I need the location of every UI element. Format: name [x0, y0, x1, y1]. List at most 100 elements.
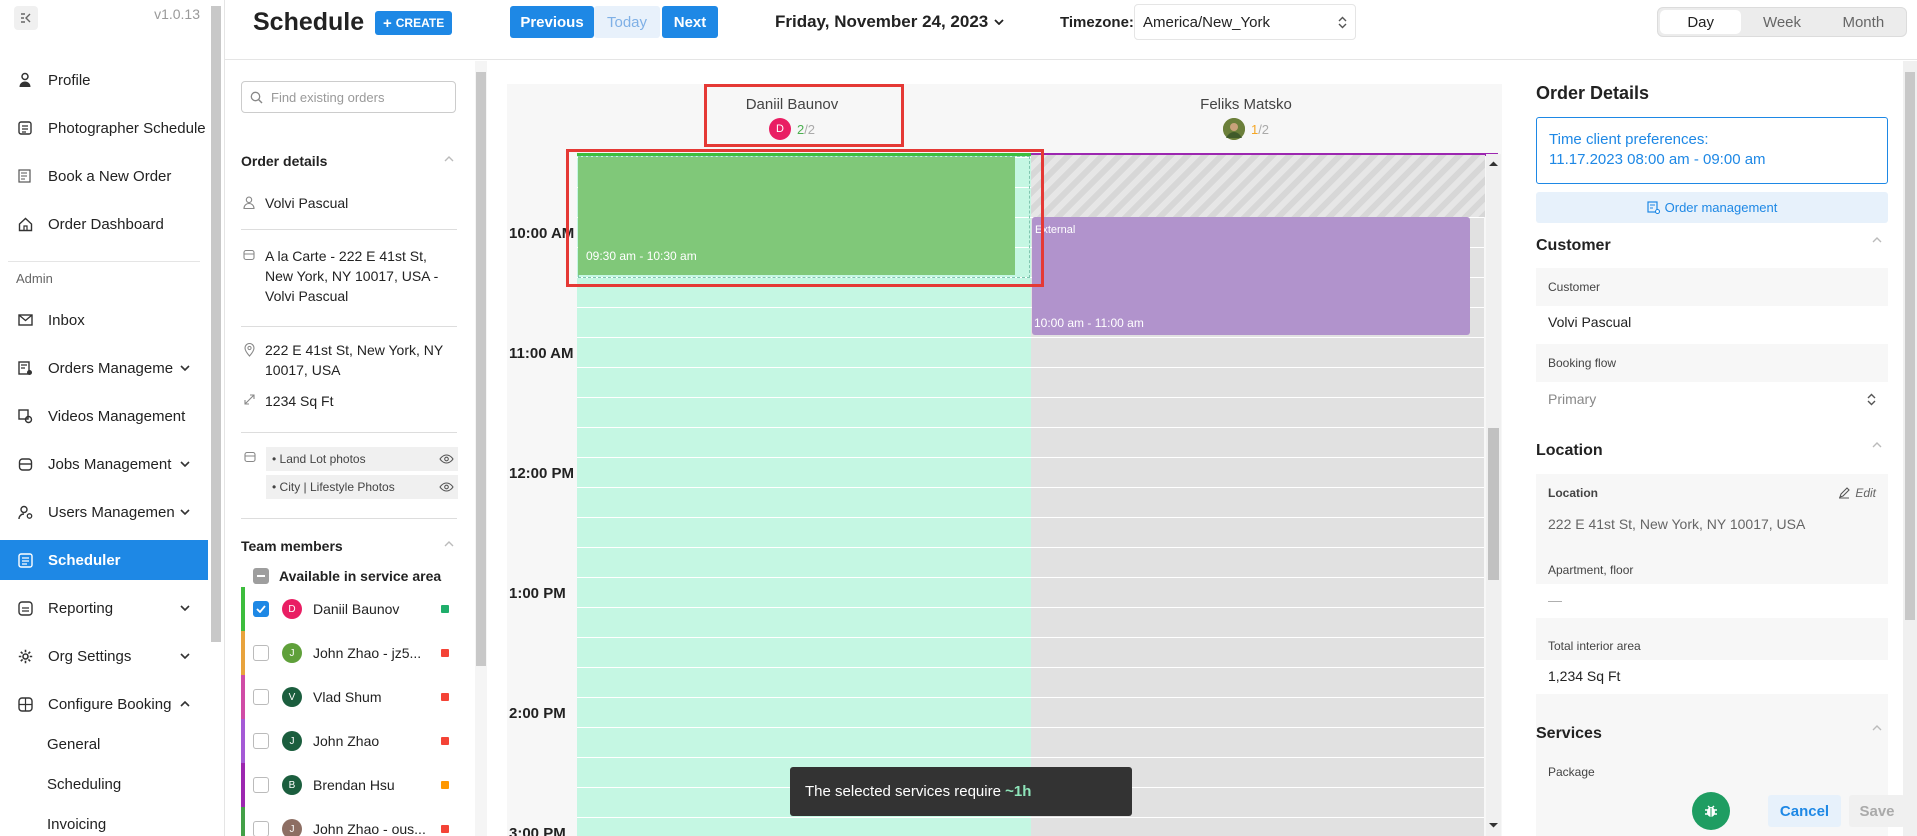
member-checkbox[interactable] [253, 777, 269, 793]
scroll-down-icon[interactable] [1488, 822, 1499, 829]
edit-location-button[interactable]: Edit [1838, 486, 1876, 500]
time-grid-line [577, 697, 1031, 698]
sidebar-item-videos-management[interactable]: Videos Management [0, 396, 208, 436]
time-grid-line [577, 487, 1031, 488]
select-arrows-icon [1867, 393, 1876, 405]
available-in-area-toggle[interactable]: Available in service area [253, 568, 441, 584]
highlight-box-resource [704, 84, 904, 147]
cancel-button[interactable]: Cancel [1768, 795, 1841, 827]
order-details-title: Order Details [1536, 83, 1650, 103]
sidebar-item-configure-booking[interactable]: Configure Booking [0, 684, 208, 724]
search-placeholder: Find existing orders [271, 89, 385, 105]
booking-flow-select[interactable]: Primary [1536, 382, 1888, 416]
sidebar-item-profile[interactable]: Profile [0, 60, 208, 100]
sidebar-subitem-scheduling[interactable]: Scheduling [0, 764, 208, 804]
member-color-bar [241, 719, 245, 763]
order-management-button[interactable]: Order management [1536, 192, 1888, 223]
scroll-up-icon[interactable] [1488, 160, 1499, 167]
video-icon [16, 407, 34, 425]
select-arrows-icon [1338, 16, 1347, 28]
sidebar-item-scheduler[interactable]: Scheduler [0, 540, 208, 580]
member-checkbox[interactable] [253, 821, 269, 836]
tab-day[interactable]: Day [1660, 10, 1742, 34]
customer-value[interactable]: Volvi Pascual [1536, 306, 1888, 340]
sidebar-subitem-general[interactable]: General [0, 724, 208, 764]
today-button[interactable]: Today [594, 6, 660, 38]
sidebar-item-jobs-management[interactable]: Jobs Management [0, 444, 208, 484]
chevron-down-icon[interactable] [174, 453, 196, 475]
eye-icon[interactable] [439, 454, 454, 464]
member-color-bar [241, 763, 245, 807]
chevron-up-icon[interactable] [1872, 237, 1882, 243]
sidebar-item-label: Users Management [48, 503, 174, 521]
member-color-bar [241, 631, 245, 675]
avatar: D [282, 599, 302, 619]
member-checkbox[interactable] [253, 601, 269, 617]
chevron-down-icon[interactable] [174, 357, 196, 379]
next-button[interactable]: Next [662, 6, 718, 38]
sidebar-item-photographer-schedule[interactable]: Photographer Schedule [0, 108, 208, 148]
calendar-scroll-thumb[interactable] [1488, 428, 1499, 580]
team-member-row[interactable]: J John Zhao [241, 719, 457, 763]
chevron-down-icon[interactable] [174, 645, 196, 667]
collapse-sidebar-button[interactable] [14, 6, 38, 30]
field-label: Apartment, floor [1548, 563, 1634, 577]
resource-name: Feliks Matsko [1200, 96, 1292, 113]
team-member-row[interactable]: J John Zhao - jz5... [241, 631, 457, 675]
timezone-select[interactable]: America/New_York [1134, 4, 1356, 40]
sidebar-item-order-dashboard[interactable]: Order Dashboard [0, 204, 208, 244]
external-event[interactable]: External 10:00 am - 11:00 am [1032, 217, 1470, 335]
chevron-down-icon[interactable] [174, 501, 196, 523]
tab-month[interactable]: Month [1823, 10, 1904, 34]
tab-week[interactable]: Week [1741, 10, 1822, 34]
apartment-input[interactable]: — [1536, 584, 1888, 618]
member-name: John Zhao - jz5... [313, 645, 422, 661]
team-member-row[interactable]: B Brendan Hsu [241, 763, 457, 807]
sidebar-item-book-order[interactable]: Book a New Order [0, 156, 208, 196]
order-details-panel: Order Details Time client preferences: 1… [1520, 61, 1900, 836]
time-grid-line [1031, 817, 1484, 818]
details-scroll-thumb[interactable] [1905, 72, 1915, 620]
sidebar-item-label: Org Settings [48, 647, 132, 665]
availability-indicator [441, 781, 449, 789]
sidebar-subitem-invoicing[interactable]: Invoicing [0, 804, 208, 836]
team-member-row[interactable]: J John Zhao - ous... [241, 807, 457, 836]
toast-value: ~1h [1005, 783, 1032, 800]
previous-button[interactable]: Previous [510, 6, 594, 38]
field-label: Booking flow [1548, 356, 1617, 370]
chevron-up-icon[interactable] [441, 536, 457, 552]
sidebar-item-label: Profile [48, 71, 91, 89]
team-member-row[interactable]: V Vlad Shum [241, 675, 457, 719]
bug-report-button[interactable] [1692, 792, 1730, 830]
sidebar-item-users-management[interactable]: Users Management [0, 492, 208, 532]
search-input[interactable]: Find existing orders [241, 81, 456, 113]
chevron-up-icon[interactable] [174, 693, 196, 715]
order-customer: Volvi Pascual [241, 193, 457, 213]
sidebar-item-inbox[interactable]: Inbox [0, 300, 208, 340]
eye-icon[interactable] [439, 482, 454, 492]
area-input[interactable]: 1,234 Sq Ft [1536, 660, 1888, 694]
sidebar-item-reporting[interactable]: Reporting [0, 588, 208, 628]
resource-header-feliks[interactable]: Feliks Matsko 1/2 [1161, 84, 1331, 154]
team-member-row[interactable]: D Daniil Baunov [241, 587, 457, 631]
member-checkbox[interactable] [253, 645, 269, 661]
save-button[interactable]: Save [1849, 795, 1905, 827]
chevron-up-icon[interactable] [1872, 442, 1882, 448]
sidebar-scrollbar[interactable] [211, 6, 221, 642]
time-grid-line [577, 337, 1031, 338]
divider [241, 432, 457, 433]
indeterminate-checkbox[interactable] [253, 568, 269, 584]
chevron-up-icon[interactable] [1872, 725, 1882, 731]
member-checkbox[interactable] [253, 689, 269, 705]
page-header: Schedule + CREATE Previous Today Next Fr… [225, 0, 1917, 60]
sidebar-item-orders-management[interactable]: Orders Management [0, 348, 208, 388]
chevron-up-icon[interactable] [441, 151, 457, 167]
sidebar-item-org-settings[interactable]: Org Settings [0, 636, 208, 676]
order-package: A la Carte - 222 E 41st St, New York, NY… [241, 246, 457, 306]
orders-panel-scroll-thumb[interactable] [476, 72, 486, 666]
date-picker[interactable]: Friday, November 24, 2023 [775, 12, 1004, 32]
member-color-bar [241, 807, 245, 836]
chevron-down-icon[interactable] [174, 597, 196, 619]
create-button[interactable]: + CREATE [375, 11, 453, 35]
member-checkbox[interactable] [253, 733, 269, 749]
